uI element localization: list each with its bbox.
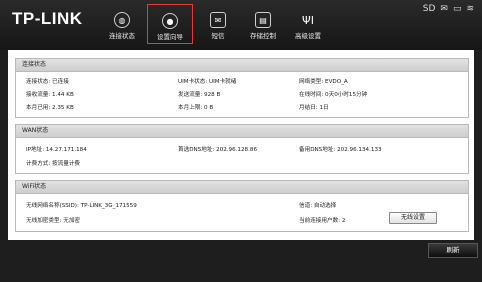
- wireless-settings-button[interactable]: 无线设置: [389, 212, 437, 224]
- wan-status-section: WAN状态 IP地址: 14.27.171.184 首选DNS地址: 202.9…: [15, 124, 469, 174]
- battery-icon: ▭: [452, 4, 462, 14]
- tools-icon: ΨΙ: [302, 13, 314, 27]
- connected-users: 当前连接用户数: 2: [299, 218, 346, 224]
- ip-address: IP地址: 14.27.171.184: [26, 147, 87, 153]
- online-time: 在线时间: 0天0小时15分钟: [299, 92, 368, 98]
- nav-label: 连接状态: [109, 32, 135, 40]
- nav-label: 短信: [211, 32, 225, 40]
- envelope-icon: ✉: [210, 12, 226, 28]
- top-header: TP-LINK ◍ 连接状态 ● 设置向导 ✉ 短信 ▤ 存储控制 ΨΙ 高级设…: [0, 0, 482, 50]
- nav-sms[interactable]: ✉ 短信: [203, 9, 233, 47]
- wifi-ssid: 无线网络名称(SSID): TP-LINK_3G_171559: [26, 203, 137, 209]
- nav-label: 设置向导: [157, 33, 183, 41]
- billing-method: 计费方式: 按流量计费: [26, 161, 81, 167]
- globe-icon: ◍: [114, 12, 130, 28]
- section-title: WiFi状态: [16, 181, 468, 194]
- nav-label: 高级设置: [295, 32, 321, 40]
- sent-traffic: 发送流量: 928 B: [178, 92, 221, 98]
- nav-storage-control[interactable]: ▤ 存储控制: [244, 9, 282, 47]
- refresh-button[interactable]: 刷新: [428, 243, 478, 258]
- mail-status-icon: ✉: [440, 4, 448, 14]
- section-title: WAN状态: [16, 125, 468, 138]
- status-icons: SD ✉ ▭ ≋: [423, 4, 474, 14]
- wifi-signal-icon: ≋: [466, 4, 474, 14]
- network-type: 网络类型: EVDO_A: [299, 79, 348, 85]
- tp-link-logo: TP-LINK: [12, 9, 83, 28]
- secondary-dns: 备用DNS地址: 202.96.134.133: [299, 147, 382, 153]
- nav-label: 存储控制: [250, 32, 276, 40]
- wifi-channel: 信道: 自动选择: [299, 203, 337, 209]
- connection-status-section: 连接状态 连接状态: 已连接 UIM卡状态: UIM卡就绪 网络类型: EVDO…: [15, 58, 469, 118]
- nav-setup-wizard[interactable]: ● 设置向导: [147, 4, 193, 44]
- sd-card-icon: ▤: [255, 12, 271, 28]
- nav-advanced-settings[interactable]: ΨΙ 高级设置: [289, 9, 327, 47]
- billing-day: 月结日: 1日: [299, 105, 329, 111]
- month-used: 本月已用: 2.35 KB: [26, 105, 74, 111]
- compass-icon: ●: [162, 13, 178, 29]
- month-limit: 本月上限: 0 B: [178, 105, 214, 111]
- wifi-status-section: WiFi状态 无线网络名称(SSID): TP-LINK_3G_171559 信…: [15, 180, 469, 232]
- received-traffic: 接收流量: 1.44 KB: [26, 92, 74, 98]
- main-panel: 连接状态 连接状态: 已连接 UIM卡状态: UIM卡就绪 网络类型: EVDO…: [8, 50, 474, 240]
- wifi-encryption: 无线加密类型: 无加密: [26, 218, 81, 224]
- connection-state: 连接状态: 已连接: [26, 79, 69, 85]
- nav-connection-status[interactable]: ◍ 连接状态: [104, 9, 140, 47]
- section-title: 连接状态: [16, 59, 468, 72]
- sd-status-icon: SD: [422, 4, 436, 14]
- uim-status: UIM卡状态: UIM卡就绪: [178, 79, 237, 85]
- primary-dns: 首选DNS地址: 202.96.128.86: [178, 147, 258, 153]
